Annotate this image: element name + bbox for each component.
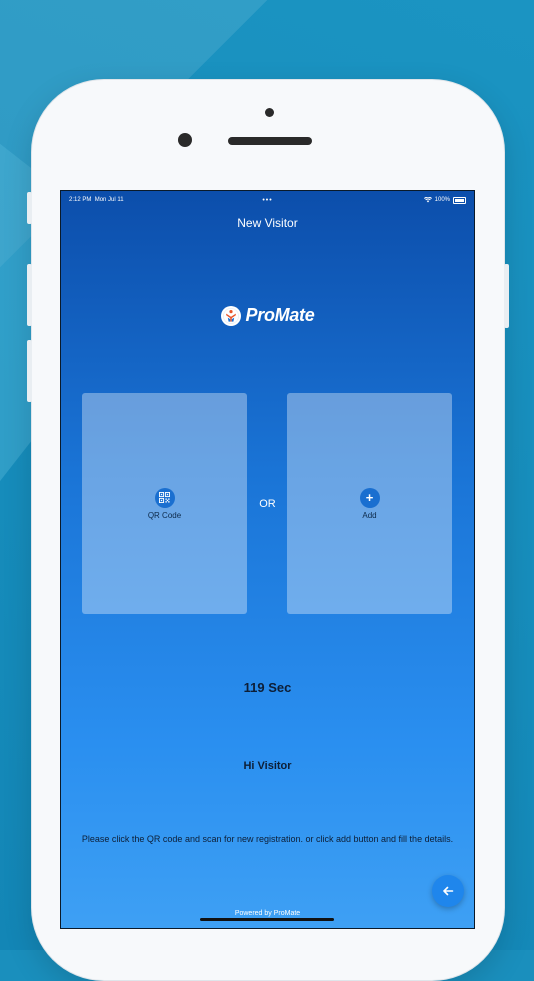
side-button-power [504, 264, 509, 328]
countdown-timer: 119 Sec [243, 680, 292, 695]
status-bar: 2:12 PM Mon Jul 11 ••• 100% [69, 195, 466, 205]
home-indicator[interactable] [200, 918, 334, 921]
plus-icon: + [359, 487, 380, 508]
side-button-volume-up [27, 264, 32, 326]
front-camera [178, 133, 192, 147]
greeting-text: Hi Visitor [243, 760, 292, 772]
status-time-date: 2:12 PM Mon Jul 11 [69, 197, 124, 203]
back-button[interactable] [432, 875, 464, 907]
status-right: 100% [423, 196, 466, 204]
qr-code-label: QR Code [147, 510, 182, 520]
status-date: Mon Jul 11 [94, 197, 124, 203]
wifi-icon [423, 197, 432, 203]
status-time: 2:12 PM [69, 197, 92, 203]
battery-icon [453, 196, 466, 204]
app-screen: 2:12 PM Mon Jul 11 ••• 100% New Visitor … [60, 190, 475, 929]
add-label: Add [362, 510, 377, 520]
promate-logo-icon [220, 305, 241, 326]
instructions-text: Please click the QR code and scan for ne… [81, 834, 454, 844]
brand-name: ProMate [245, 305, 315, 325]
page-title: New Visitor [237, 216, 298, 230]
earpiece-speaker [228, 137, 312, 145]
arrow-left-icon [443, 886, 454, 896]
battery-text: 100% [434, 197, 450, 203]
proximity-sensor [265, 108, 274, 117]
brand-logo: ProMate [61, 305, 474, 326]
multitask-dots[interactable]: ••• [262, 197, 272, 204]
powered-by: Powered by ProMate [234, 910, 301, 917]
side-button-volume-down [27, 340, 32, 402]
add-visitor-card[interactable]: + Add [287, 393, 452, 614]
side-button-silent [27, 192, 32, 224]
